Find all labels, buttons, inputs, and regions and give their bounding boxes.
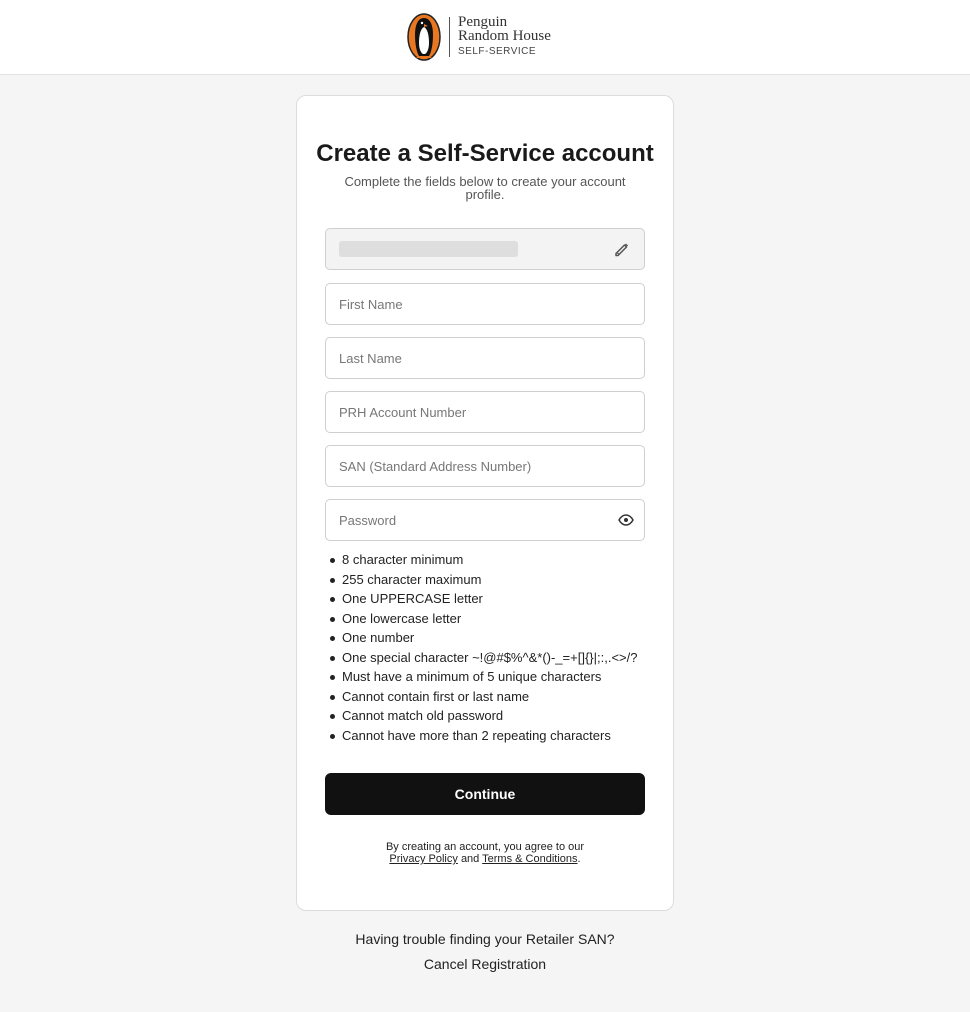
password-rule: One UPPERCASE letter: [329, 589, 659, 609]
page-title: Create a Self-Service account: [316, 140, 654, 167]
privacy-policy-link[interactable]: Privacy Policy: [389, 853, 457, 865]
terms-prefix: By creating an account, you agree to our: [385, 841, 585, 853]
password-rule: Cannot match old password: [329, 706, 659, 726]
san-input[interactable]: [326, 446, 644, 486]
logo-divider: [449, 17, 450, 57]
logo-text: Penguin Random House SELF-SERVICE: [458, 15, 551, 59]
password-rule: Cannot have more than 2 repeating charac…: [329, 726, 659, 746]
terms-and: and: [460, 853, 480, 865]
last-name-field[interactable]: [325, 337, 645, 379]
terms-conditions-link[interactable]: Terms & Conditions: [482, 853, 577, 865]
cancel-registration-link[interactable]: Cancel Registration: [0, 956, 970, 972]
penguin-logo-icon: [407, 13, 441, 61]
continue-button[interactable]: Continue: [325, 773, 645, 815]
first-name-field[interactable]: [325, 283, 645, 325]
pencil-icon[interactable]: [613, 240, 633, 260]
password-rule: One lowercase letter: [329, 609, 659, 629]
san-field[interactable]: [325, 445, 645, 487]
password-rule: One special character ~!@#$%^&*()-_=+[]{…: [329, 648, 659, 668]
password-rule: 255 character maximum: [329, 570, 659, 590]
password-rule: One number: [329, 628, 659, 648]
password-input[interactable]: [326, 500, 644, 540]
logo-line-self-service: SELF-SERVICE: [458, 46, 537, 57]
account-number-input[interactable]: [326, 392, 644, 432]
account-number-field[interactable]: [325, 391, 645, 433]
password-rule: Cannot contain first or last name: [329, 687, 659, 707]
password-requirements-list: 8 character minimum 255 character maximu…: [329, 550, 659, 745]
terms-notice: By creating an account, you agree to our…: [325, 841, 645, 865]
eye-icon[interactable]: [617, 511, 637, 531]
brand-logo[interactable]: Penguin Random House SELF-SERVICE: [407, 13, 551, 61]
logo-line-penguin: Penguin: [458, 14, 508, 30]
redacted-email-value: [339, 241, 518, 257]
password-field[interactable]: [325, 499, 645, 541]
logo-line-random-house: Random House: [458, 28, 551, 44]
trouble-finding-san-link[interactable]: Having trouble finding your Retailer SAN…: [0, 931, 970, 947]
terms-suffix: .: [577, 853, 581, 865]
page-subtitle: Complete the fields below to create your…: [344, 174, 626, 202]
first-name-input[interactable]: [326, 284, 644, 324]
password-rule: Must have a minimum of 5 unique characte…: [329, 667, 659, 687]
password-rule: 8 character minimum: [329, 550, 659, 570]
last-name-input[interactable]: [326, 338, 644, 378]
email-field[interactable]: [325, 228, 645, 270]
page-header: Penguin Random House SELF-SERVICE: [0, 0, 970, 75]
